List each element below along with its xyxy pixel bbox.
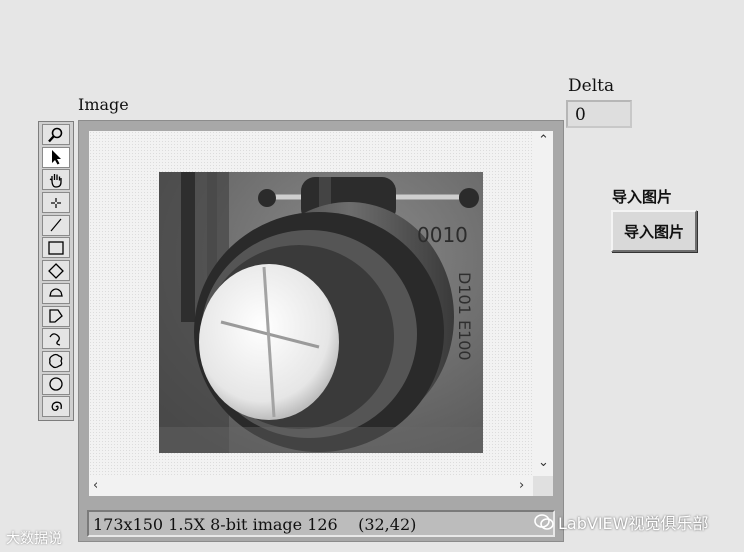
wechat-icon xyxy=(534,514,554,530)
chevron-down-icon[interactable]: ⌄ xyxy=(538,456,549,469)
watermark-right-text: LabVIEW视觉俱乐部 xyxy=(558,514,709,533)
image-status-bar: 173x150 1.5X 8-bit image 126 (32,42) xyxy=(87,510,555,537)
spiral-icon xyxy=(51,401,62,411)
chevron-up-icon[interactable]: ⌃ xyxy=(538,134,549,147)
line-tool-icon xyxy=(50,218,62,232)
annulus-tool[interactable] xyxy=(42,282,70,304)
freehand-line-icon xyxy=(49,332,61,346)
rotated-rectangle-icon xyxy=(48,262,64,279)
point-tool[interactable] xyxy=(42,192,70,214)
tool-palette xyxy=(38,121,74,421)
point-crosshair-icon xyxy=(51,197,61,208)
chevron-right-icon[interactable]: › xyxy=(519,479,524,492)
vertical-scrollbar[interactable]: ⌃ ⌄ xyxy=(533,131,553,476)
watermark-right: LabVIEW视觉俱乐部 xyxy=(534,510,708,534)
pan-hand-icon xyxy=(49,173,62,188)
pointer-tool[interactable] xyxy=(42,146,70,168)
polygon-tool[interactable] xyxy=(42,305,70,327)
freehand-region-icon xyxy=(49,354,63,369)
image-display: 0010 D101 E100 ⌃ ⌄ ‹ › 173x150 1.5X 8-bi… xyxy=(78,120,564,542)
image-canvas[interactable]: 0010 D101 E100 xyxy=(89,131,533,476)
delta-label: Delta xyxy=(568,76,615,96)
oval-tool[interactable] xyxy=(42,373,70,395)
zoom-icon xyxy=(48,127,63,142)
polygon-tool-icon xyxy=(49,309,63,323)
image-label: Image xyxy=(78,95,129,114)
zoom-tool[interactable] xyxy=(42,124,70,145)
delta-indicator: 0 xyxy=(566,100,632,128)
annulus-arc-icon xyxy=(49,288,63,297)
svg-text:0010: 0010 xyxy=(417,223,468,247)
board-image: 0010 D101 E100 xyxy=(159,172,483,453)
import-button-caption: 导入图片 xyxy=(612,188,673,206)
spiral-tool[interactable] xyxy=(42,396,70,418)
scroll-corner xyxy=(533,476,553,496)
pan-tool[interactable] xyxy=(42,169,70,191)
rectangle-tool[interactable] xyxy=(42,237,70,259)
freehand-line-tool[interactable] xyxy=(42,328,70,350)
import-image-button[interactable]: 导入图片 xyxy=(611,210,697,252)
arrow-pointer-icon xyxy=(52,150,61,165)
svg-text:D101 E100: D101 E100 xyxy=(455,272,474,361)
capacitor-photo: 0010 D101 E100 xyxy=(159,172,483,453)
watermark-left: 大数据说 xyxy=(6,531,62,547)
freehand-region-tool[interactable] xyxy=(42,350,70,372)
rectangle-tool-icon xyxy=(48,241,64,255)
chevron-left-icon[interactable]: ‹ xyxy=(93,479,98,492)
line-tool[interactable] xyxy=(42,214,70,236)
rotated-rectangle-tool[interactable] xyxy=(42,260,70,282)
horizontal-scrollbar[interactable]: ‹ › xyxy=(89,476,533,496)
oval-tool-icon xyxy=(49,377,63,391)
